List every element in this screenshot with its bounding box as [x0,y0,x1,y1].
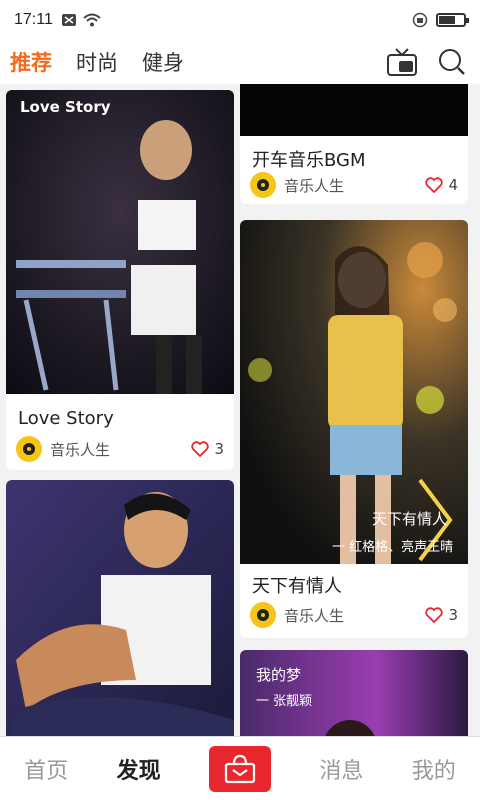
card-meta: 音乐人生 4 [250,170,458,200]
shopping-bag-icon [224,754,256,783]
wifi-icon [83,13,101,27]
card-image [6,90,234,394]
avatar[interactable] [250,172,276,198]
author-name[interactable]: 音乐人生 [284,605,344,626]
image-title-overlay: 我的梦 [256,666,302,684]
author-name[interactable]: 音乐人生 [50,439,110,460]
nav-profile[interactable]: 我的 [412,753,456,785]
music-avatar-icon [257,179,269,191]
image-subtitle-overlay: 一 张靓颖 [256,694,313,709]
alarm-icon [412,12,428,28]
card-title: 天下有情人 [252,576,342,597]
like-count: 3 [448,606,458,624]
image-subtitle-overlay: 一 红格格、亮声王晴 [332,540,454,555]
like-button[interactable]: 4 [425,176,458,194]
card-title: Love Story [18,408,114,429]
notification-icon [61,14,76,26]
avatar[interactable] [250,602,276,628]
like-count: 3 [214,440,224,458]
card-meta: 音乐人生 3 [250,600,458,630]
nav-home[interactable]: 首页 [24,753,68,785]
battery-icon [436,13,469,27]
music-avatar-icon [23,443,35,455]
feed-card[interactable] [6,480,234,736]
like-button[interactable]: 3 [191,440,224,458]
image-title-overlay: 天下有情人 [372,510,448,528]
avatar[interactable] [16,436,42,462]
top-tab-bar: 推荐 时尚 健身 [0,40,480,84]
nav-discover[interactable]: 发现 [117,753,161,785]
status-icons [61,13,101,27]
tab-recommend[interactable]: 推荐 [10,47,52,77]
nav-messages[interactable]: 消息 [319,753,363,785]
status-bar: 17:11 [0,0,480,40]
feed-card[interactable]: 我的梦 一 张靓颖 [240,650,468,736]
tab-fitness[interactable]: 健身 [142,47,184,77]
author-name[interactable]: 音乐人生 [284,175,344,196]
feed-card[interactable]: 天下有情人 一 红格格、亮声王晴 天下有情人 音乐人生 3 [240,220,468,638]
tab-fashion[interactable]: 时尚 [76,47,118,77]
feed-card[interactable]: 开车音乐BGM 音乐人生 4 [240,84,468,204]
center-action-button[interactable] [208,745,271,792]
card-meta: 音乐人生 3 [16,434,224,464]
content-feed[interactable]: Love Story Love Story 音乐人生 3 开车音乐BGM 音乐人… [0,84,480,736]
status-time: 17:11 [14,11,53,28]
search-icon[interactable] [438,48,466,76]
like-count: 4 [448,176,458,194]
tv-icon[interactable] [386,47,418,77]
card-title: 开车音乐BGM [252,150,366,171]
heart-icon [191,441,210,457]
bottom-nav-bar: 首页 发现 消息 我的 [0,736,480,800]
heart-icon [425,607,444,623]
card-image [6,480,234,736]
heart-icon [425,177,444,193]
image-title-overlay: Love Story [20,98,111,116]
feed-card[interactable]: Love Story Love Story 音乐人生 3 [6,90,234,470]
music-avatar-icon [257,609,269,621]
card-image [240,84,468,136]
like-button[interactable]: 3 [425,606,458,624]
